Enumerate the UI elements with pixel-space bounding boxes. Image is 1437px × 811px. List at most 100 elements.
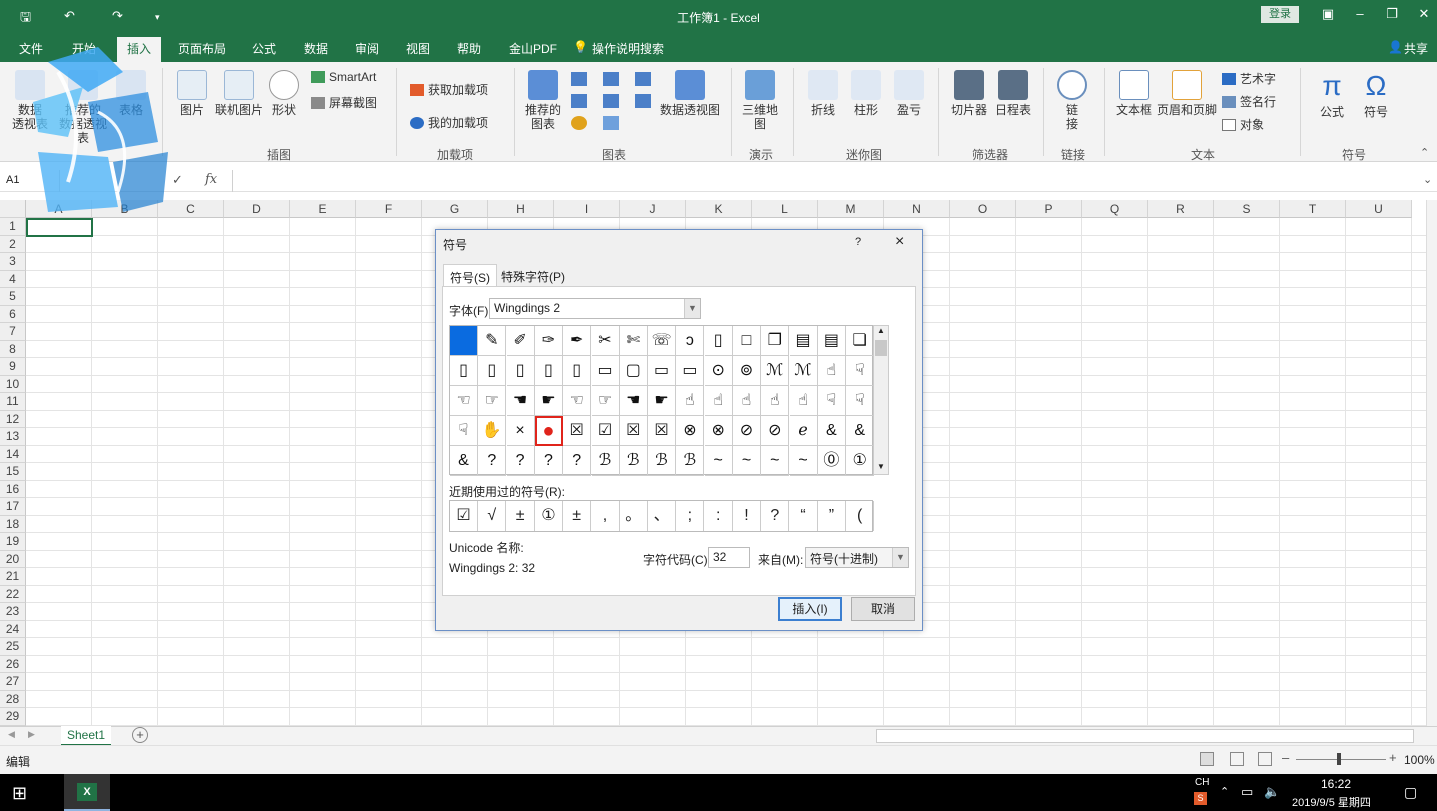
row-header[interactable]: 26 <box>0 655 26 673</box>
symbol-cell[interactable]: ☜ <box>563 386 592 416</box>
statistic-chart-icon[interactable] <box>603 94 619 108</box>
column-header[interactable]: K <box>686 200 752 218</box>
symbol-cell[interactable]: ℯ <box>789 416 818 446</box>
zoom-slider-thumb[interactable] <box>1337 753 1341 765</box>
minimize-icon[interactable]: – <box>1350 6 1370 21</box>
symbol-cell[interactable]: □ <box>733 326 761 356</box>
row-header[interactable]: 27 <box>0 673 26 691</box>
symbol-cell[interactable]: ℳ <box>789 356 818 386</box>
symbol-cell[interactable]: ✑ <box>534 326 563 356</box>
recent-symbol-cell[interactable]: , <box>592 501 620 531</box>
recent-symbol-cell[interactable]: 。 <box>620 501 648 531</box>
symbol-cell[interactable]: ☑ <box>591 416 620 446</box>
row-header[interactable]: 7 <box>0 323 26 341</box>
tab-page-layout[interactable]: 页面布局 <box>178 40 226 57</box>
waterfall-chart-icon[interactable] <box>635 72 651 86</box>
column-header[interactable]: L <box>752 200 818 218</box>
column-header[interactable]: T <box>1280 200 1346 218</box>
symbol-cell[interactable]: ▯ <box>478 356 507 386</box>
symbol-cell[interactable]: ⊘ <box>761 416 790 446</box>
symbol-cell[interactable]: ☛ <box>648 386 677 416</box>
recent-symbol-cell[interactable]: ① <box>535 501 563 531</box>
symbol-cell[interactable]: ☚ <box>619 386 648 416</box>
collapse-ribbon-icon[interactable]: ⌃ <box>1420 146 1429 159</box>
char-code-input[interactable]: 32 <box>708 547 750 568</box>
column-header[interactable]: F <box>356 200 422 218</box>
recent-symbol-cell[interactable]: : <box>705 501 733 531</box>
symbol-cell[interactable]: ℬ <box>619 446 648 476</box>
symbol-cell[interactable]: ☒ <box>619 416 648 446</box>
tab-help[interactable]: 帮助 <box>457 40 481 57</box>
zoom-level[interactable]: 100% <box>1404 753 1435 767</box>
row-header[interactable]: 23 <box>0 603 26 621</box>
recommended-charts-button[interactable]: 推荐的 图表 <box>524 70 562 131</box>
recent-symbol-cell[interactable]: ☑ <box>450 501 478 531</box>
symbol-cell[interactable]: ☝ <box>733 386 761 416</box>
symbol-grid-scrollbar[interactable]: ▲ ▼ <box>873 325 889 475</box>
symbol-cell[interactable]: ~ <box>789 446 818 476</box>
row-header[interactable]: 18 <box>0 515 26 533</box>
pie-chart-icon[interactable] <box>571 116 587 130</box>
horizontal-scrollbar[interactable] <box>876 729 1414 743</box>
symbol-cell[interactable]: ~ <box>761 446 790 476</box>
symbol-cell[interactable]: ⊗ <box>704 416 733 446</box>
ribbon-display-icon[interactable]: ▣ <box>1318 6 1338 22</box>
symbol-cell[interactable]: ~ <box>704 446 733 476</box>
row-header[interactable]: 20 <box>0 550 26 568</box>
close-icon[interactable]: ✕ <box>1414 6 1434 22</box>
symbol-cell[interactable]: ☝ <box>817 356 846 386</box>
symbol-cell[interactable]: ☝ <box>704 386 733 416</box>
symbol-cell[interactable] <box>450 326 478 356</box>
row-header[interactable]: 17 <box>0 498 26 516</box>
symbol-cell[interactable]: × <box>506 416 535 446</box>
expand-formula-icon[interactable]: ⌄ <box>1423 173 1432 186</box>
symbol-cell[interactable]: ɔ <box>676 326 705 356</box>
screenshot-button[interactable]: 屏幕截图 <box>311 94 377 111</box>
symbol-cell[interactable]: ☞ <box>478 386 507 416</box>
row-header[interactable]: 28 <box>0 690 26 708</box>
ime-indicator[interactable]: CH <box>1195 777 1209 788</box>
link-button[interactable]: 链 接 <box>1056 70 1088 131</box>
symbol-cell[interactable]: ▯ <box>506 356 535 386</box>
scroll-up-icon[interactable]: ▲ <box>877 326 885 335</box>
cancel-button[interactable]: 取消 <box>851 597 915 621</box>
symbol-cell[interactable]: ⊙ <box>704 356 733 386</box>
my-addins-button[interactable]: 我的加载项 <box>410 114 488 131</box>
tab-review[interactable]: 审阅 <box>355 40 379 57</box>
recent-symbol-cell[interactable]: ” <box>818 501 846 531</box>
symbol-cell[interactable]: ✒ <box>563 326 592 356</box>
tab-symbols[interactable]: 符号(S) <box>443 264 497 286</box>
column-header[interactable]: E <box>290 200 356 218</box>
signature-line-button[interactable]: 签名行 <box>1222 93 1276 110</box>
symbol-cell[interactable]: ☞ <box>591 386 620 416</box>
column-header[interactable]: Q <box>1082 200 1148 218</box>
from-select[interactable]: 符号(十进制) ▼ <box>805 547 909 568</box>
login-button[interactable]: 登录 <box>1261 6 1299 23</box>
row-header[interactable]: 6 <box>0 305 26 323</box>
tab-kingsoft-pdf[interactable]: 金山PDF <box>509 40 557 57</box>
formula-input[interactable] <box>232 170 1422 192</box>
symbol-cell[interactable]: ▢ <box>619 356 648 386</box>
row-header[interactable]: 16 <box>0 480 26 498</box>
page-break-view-icon[interactable] <box>1258 752 1272 766</box>
symbol-cell[interactable]: ℬ <box>648 446 677 476</box>
tab-data[interactable]: 数据 <box>304 40 328 57</box>
row-header[interactable]: 19 <box>0 533 26 551</box>
wordart-button[interactable]: 艺术字 <box>1222 70 1276 87</box>
row-header[interactable]: 29 <box>0 708 26 726</box>
symbol-cell[interactable]: ✐ <box>506 326 535 356</box>
row-header[interactable]: 9 <box>0 358 26 376</box>
prev-sheet-icon[interactable]: ◀ <box>8 729 15 740</box>
column-header[interactable]: S <box>1214 200 1280 218</box>
column-header[interactable]: J <box>620 200 686 218</box>
recent-symbol-cell[interactable]: ? <box>761 501 790 531</box>
3d-map-button[interactable]: 三维地 图 <box>740 70 780 131</box>
sparkline-column-button[interactable]: 柱形 <box>849 70 883 117</box>
recent-symbol-cell[interactable]: “ <box>790 501 818 531</box>
network-icon[interactable]: ▭ <box>1241 784 1253 800</box>
smartart-button[interactable]: SmartArt <box>311 70 376 84</box>
notification-icon[interactable]: ▢ <box>1404 784 1417 801</box>
column-header[interactable]: N <box>884 200 950 218</box>
scatter-chart-icon[interactable] <box>603 116 619 130</box>
shapes-button[interactable]: 形状 <box>268 70 300 117</box>
